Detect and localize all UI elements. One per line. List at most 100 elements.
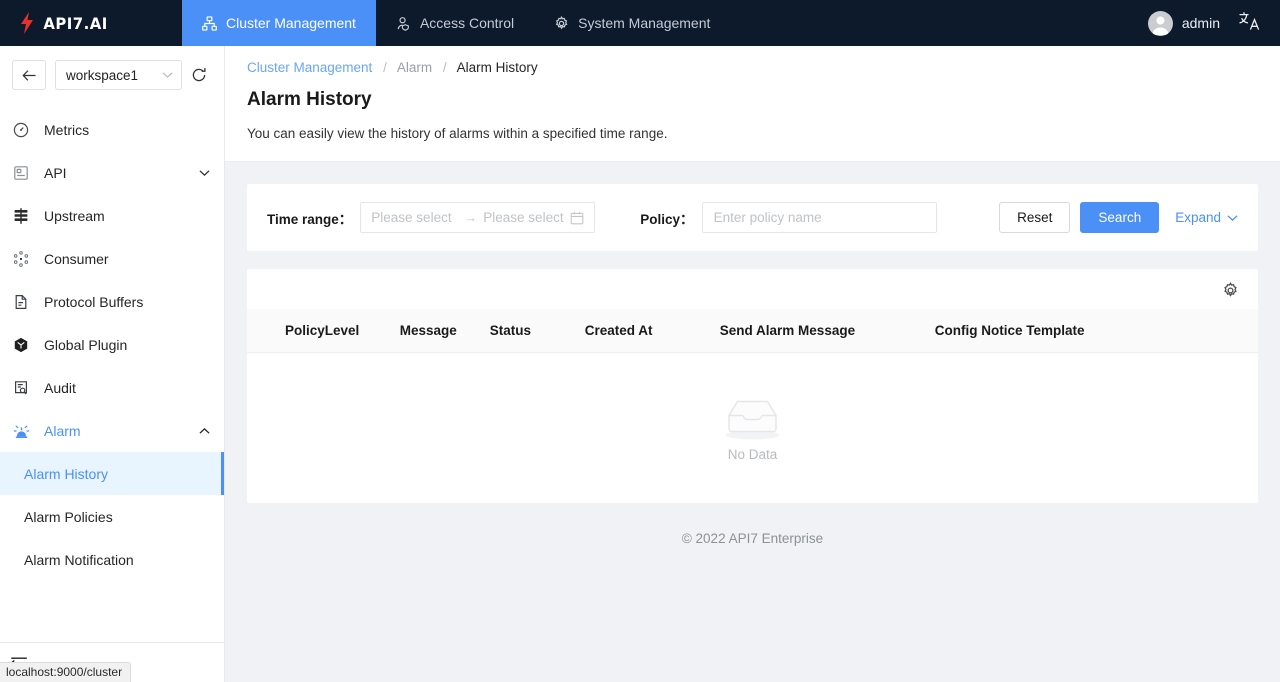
sidebar-item-alarm-policies[interactable]: Alarm Policies (0, 495, 224, 538)
chevron-down-icon (199, 169, 210, 177)
top-navigation-bar: API7.AI Cluster Management Access Contro… (0, 0, 1280, 46)
nav-item-system-management[interactable]: System Management (534, 0, 730, 46)
table-head: Policy Level Message Status Created At S… (247, 309, 1258, 353)
table-empty-cell: No Data (247, 353, 1258, 504)
table-empty-row: No Data (247, 353, 1258, 504)
user-shield-icon (397, 16, 409, 31)
sidebar-item-upstream[interactable]: Upstream (0, 194, 224, 237)
sidebar-item-alarm[interactable]: Alarm (0, 409, 224, 452)
calendar-icon (570, 211, 584, 225)
arrow-left-icon (21, 69, 36, 81)
breadcrumb-separator: / (383, 60, 387, 75)
policy-input-placeholder: Enter policy name (713, 210, 822, 225)
expand-filters-button[interactable]: Expand (1169, 210, 1238, 225)
sidebar-item-metrics[interactable]: Metrics (0, 108, 224, 151)
sidebar-item-label: Upstream (44, 207, 105, 224)
gear-icon (555, 15, 568, 29)
sidebar-item-consumer[interactable]: Consumer (0, 237, 224, 280)
document-search-icon (12, 380, 30, 396)
cube-icon (12, 337, 30, 353)
table-body: No Data (247, 353, 1258, 504)
filter-actions: Reset Search Expand (999, 202, 1238, 233)
server-stack-icon (12, 207, 30, 224)
time-range-start-input[interactable]: Please select (371, 210, 458, 225)
nav-item-cluster-management[interactable]: Cluster Management (182, 0, 376, 46)
sidebar-item-label: Consumer (44, 250, 109, 267)
workspace-select[interactable]: workspace1 (55, 60, 182, 90)
empty-state: No Data (247, 353, 1258, 503)
user-name: admin (1181, 15, 1220, 31)
filter-panel: Time range： Please select → Please selec… (247, 184, 1258, 251)
sidebar-item-label: API (44, 164, 67, 181)
sidebar-item-alarm-history[interactable]: Alarm History (0, 452, 224, 495)
table-header-row: Policy Level Message Status Created At S… (247, 309, 1258, 353)
column-header-status[interactable]: Status (489, 309, 585, 353)
empty-inbox-icon (725, 400, 780, 439)
translate-icon (1239, 11, 1260, 30)
user-menu[interactable]: admin (1147, 10, 1220, 36)
sidebar-item-label: Protocol Buffers (44, 293, 144, 310)
avatar (1147, 10, 1173, 36)
breadcrumb-separator: / (442, 60, 447, 75)
chevron-down-icon (1227, 214, 1238, 221)
lightning-bolt-icon (21, 12, 33, 34)
page-description: You can easily view the history of alarm… (247, 126, 668, 141)
alarm-light-icon (12, 423, 30, 439)
alarm-history-table-card: Policy Level Message Status Created At S… (247, 269, 1258, 503)
range-arrow-icon: → (464, 210, 478, 225)
refresh-icon (192, 68, 206, 82)
sidebar-item-global-plugin[interactable]: Global Plugin (0, 323, 224, 366)
gauge-icon (12, 122, 30, 138)
column-header-policy[interactable]: Policy (247, 309, 325, 353)
expand-label: Expand (1175, 210, 1221, 225)
workspace-selector-row: workspace1 (0, 46, 224, 102)
time-range-label: Time range： (267, 211, 353, 227)
chevron-up-icon (199, 427, 210, 435)
policy-label: Policy： (640, 211, 694, 227)
table-toolbar (247, 269, 1258, 309)
nav-item-label: Access Control (419, 15, 515, 31)
search-button[interactable]: Search (1080, 202, 1160, 233)
policy-input[interactable]: Enter policy name (701, 202, 937, 233)
sidebar-item-label: Alarm (44, 422, 81, 439)
nav-item-access-control[interactable]: Access Control (376, 0, 534, 46)
column-header-config-notice-template[interactable]: Config Notice Template (934, 309, 1258, 353)
footer-copyright: © 2022 API7 Enterprise (681, 531, 824, 546)
sidebar-subitem-label: Alarm Policies (24, 508, 113, 525)
refresh-button[interactable] (191, 67, 207, 83)
main-content: Cluster Management / Alarm / Alarm Histo… (225, 46, 1280, 682)
consumer-nodes-icon (12, 250, 30, 267)
time-range-picker[interactable]: Please select → Please select (360, 202, 596, 233)
sidebar-subitem-label: Alarm History (24, 465, 109, 482)
sidebar-item-alarm-notification[interactable]: Alarm Notification (0, 538, 224, 581)
table-settings-gear-icon[interactable] (1222, 282, 1239, 299)
column-header-level[interactable]: Level (324, 309, 400, 353)
sidebar-item-protocol-buffers[interactable]: Protocol Buffers (0, 280, 224, 323)
page-title: Alarm History (247, 89, 372, 110)
app-root: API7.AI Cluster Management Access Contro… (0, 0, 1280, 682)
back-button[interactable] (12, 60, 46, 90)
app-logo[interactable]: API7.AI (0, 0, 182, 46)
language-switch-button[interactable] (1238, 11, 1260, 36)
user-avatar-icon (1152, 16, 1169, 35)
api-card-icon (12, 165, 30, 181)
top-nav-right: admin (1147, 0, 1280, 46)
top-nav-items: Cluster Management Access Control System… (182, 0, 730, 46)
sidebar-item-label: Metrics (44, 121, 90, 138)
sidebar-item-api[interactable]: API (0, 151, 224, 194)
time-range-end-input[interactable]: Please select (483, 210, 570, 225)
sidebar-item-audit[interactable]: Audit (0, 366, 224, 409)
sitemap-icon (202, 15, 217, 31)
breadcrumb-middle[interactable]: Alarm (397, 60, 432, 75)
column-header-message[interactable]: Message (399, 309, 490, 353)
column-header-send-alarm-message[interactable]: Send Alarm Message (719, 309, 935, 353)
breadcrumb-root[interactable]: Cluster Management (247, 60, 372, 75)
alarm-history-table: Policy Level Message Status Created At S… (247, 309, 1258, 503)
reset-button[interactable]: Reset (999, 202, 1071, 233)
sidebar-item-label: Audit (44, 379, 76, 396)
sidebar-item-label: Global Plugin (44, 336, 128, 353)
nav-item-label: System Management (578, 15, 711, 31)
sidebar: workspace1 Metrics API Upstream Consumer… (0, 46, 225, 682)
chevron-down-icon (162, 72, 173, 78)
column-header-created-at[interactable]: Created At (584, 309, 720, 353)
